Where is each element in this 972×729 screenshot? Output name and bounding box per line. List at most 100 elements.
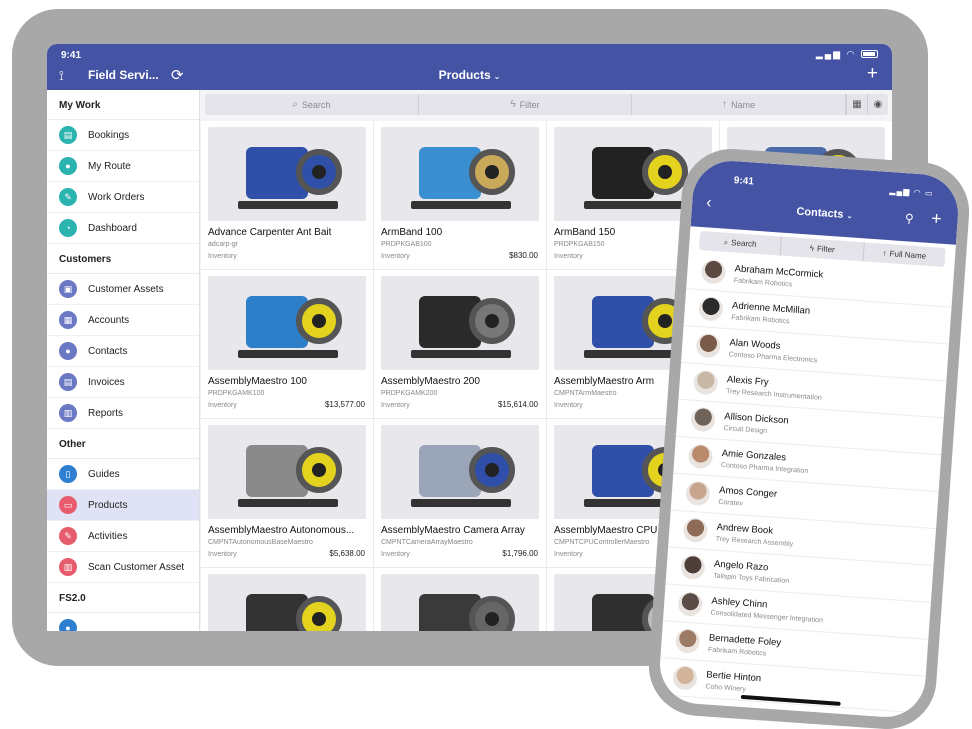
sidebar-item-guides[interactable]: ▯ Guides (47, 459, 199, 490)
contact-text: Abraham McCormick Fabrikam Robotics (734, 263, 824, 290)
back-icon[interactable]: ‹ (706, 194, 713, 212)
sort-button[interactable]: ↑ Name (632, 94, 847, 115)
product-code: CMPNTCPUControllerMaestro (554, 539, 650, 546)
product-card[interactable]: Advance Carpenter Ant Bait adcarp-gr Inv… (201, 121, 373, 269)
phone-page-title-label: Contacts (796, 205, 844, 221)
phone-status-time: 9:41 (733, 175, 755, 188)
tablet-header: 9:41 ▂▄▆ ◠ ⟟ Field Servi... ⟳ Products ⌄ … (47, 44, 892, 90)
filter-button[interactable]: ϟ Filter (419, 94, 633, 115)
add-icon[interactable]: + (867, 63, 878, 85)
machine-hub (312, 314, 326, 328)
contact-name: Bertie Hinton (705, 668, 762, 684)
book-icon: ▯ (59, 465, 77, 483)
sort-label: Name (731, 99, 756, 110)
offline-signal-icon[interactable]: ⟟ (59, 68, 64, 84)
signal-icon: ▂▄▆ (815, 49, 843, 59)
qr-scan-icon[interactable]: ▦ (846, 94, 867, 115)
product-image (208, 127, 366, 221)
search-icon: ⌕ (292, 99, 298, 110)
product-code: PRDPKGAMK100 (208, 390, 265, 397)
product-category: Inventory (381, 402, 410, 409)
product-name: AssemblyMaestro 200 (381, 376, 480, 387)
product-category: Inventory (208, 402, 237, 409)
contact-text: Alexis Fry Trey Research Instrumentation (726, 374, 823, 402)
product-card[interactable]: ArmBand 100 PRDPKGAB100 Inventory $830.0… (374, 121, 546, 269)
battery-icon (861, 50, 878, 58)
sidebar-item-label: Activities (88, 530, 128, 542)
contact-text: Allison Dickson Circuit Design (723, 411, 789, 436)
avatar (677, 591, 704, 617)
product-card[interactable]: AssemblyMaestro Autonomous... CMPNTAuton… (201, 419, 373, 567)
calendar-check-icon: ▤ (59, 126, 77, 144)
sidebar-item-contacts[interactable]: ● Contacts (47, 336, 199, 367)
product-card[interactable]: AssemblyMaestro 100 PRDPKGAMK100 Invento… (201, 270, 373, 418)
map-pin-icon: ● (59, 157, 77, 175)
sidebar-item-label: Bookings (88, 129, 130, 141)
machine-hub (312, 165, 326, 179)
machine-base (238, 350, 338, 358)
machine-hub (658, 314, 672, 328)
map-pin-icon[interactable]: ⚲ (904, 211, 914, 226)
sidebar-item-scan-customer-asset[interactable]: ▥ Scan Customer Asset (47, 552, 199, 583)
sidebar-item-dashboard[interactable]: ◔ Dashboard (47, 213, 199, 244)
machine-hub (485, 612, 499, 626)
sidebar-item-my-route[interactable]: ● My Route (47, 151, 199, 182)
product-image (208, 425, 366, 519)
sidebar-item-activities[interactable]: ✎ Activities (47, 521, 199, 552)
phone-sort-button[interactable]: ↑ Full Name (863, 242, 945, 267)
sidebar-item-products[interactable]: ▭ Products (47, 490, 199, 521)
contact-company: Coratev (718, 498, 744, 508)
sidebar: My Work ▤ Bookings ● My Route ✎ Work Orders ◔ Da… (47, 90, 200, 631)
sidebar-item-label: Customer Assets (88, 283, 164, 295)
contact-text: Andrew Book Trey Research Assembly (716, 521, 795, 547)
phone-page-title[interactable]: Contacts ⌄ (692, 198, 958, 229)
product-card[interactable]: AssemblyMaestro Camera Array CMPNTCamera… (374, 419, 546, 567)
app-title[interactable]: Field Servi... (88, 68, 159, 82)
contact-company: Tailspin Toys Fabrication (712, 572, 790, 585)
contact-company: Coho Winery (705, 682, 747, 693)
phone-screen: 9:41 ▂▄▆ ◠ ▭ ‹ Contacts ⌄ ⚲ + ⌕ Search ϟ Fi… (657, 158, 961, 720)
product-card[interactable]: AssemblyMaestro 200 PRDPKGAMK200 Invento… (374, 270, 546, 418)
page-title-label: Products (438, 68, 491, 82)
phone-filter-button[interactable]: ϟ Filter (781, 236, 865, 262)
product-price: $830.00 (509, 251, 538, 260)
sidebar-item-work-orders[interactable]: ✎ Work Orders (47, 182, 199, 213)
product-card[interactable] (201, 568, 373, 631)
sidebar-item-label: Work Orders (88, 191, 145, 203)
asset-icon: ▣ (59, 280, 77, 298)
lightning-icon: ϟ (809, 243, 815, 253)
chevron-down-icon: ⌄ (493, 72, 501, 81)
sidebar-section-title: Other (47, 429, 199, 459)
contact-company: Fabrikam Robotics (731, 313, 790, 325)
avatar (700, 259, 727, 285)
machine-hub (485, 165, 499, 179)
sidebar-item-bookings[interactable]: ▤ Bookings (47, 120, 199, 151)
sidebar-item-customer-assets[interactable]: ▣ Customer Assets (47, 274, 199, 305)
list-toolbar: ⌕ Search ϟ Filter ↑ Name ▦ ◉ (205, 94, 888, 115)
product-code: CMPNTCameraArrayMaestro (381, 539, 473, 546)
avatar (679, 554, 706, 581)
sidebar-item-invoices[interactable]: ▤ Invoices (47, 367, 199, 398)
sync-icon[interactable]: ⟳ (171, 66, 184, 84)
avatar (682, 517, 709, 544)
add-icon[interactable]: + (930, 208, 943, 230)
wrench-icon: ✎ (59, 188, 77, 206)
sidebar-item-reports[interactable]: ▥ Reports (47, 398, 199, 429)
location-icon[interactable]: ◉ (867, 94, 888, 115)
search-button[interactable]: ⌕ Search (205, 94, 419, 115)
product-price: $13,577.00 (324, 400, 365, 409)
phone-search-button[interactable]: ⌕ Search (698, 230, 783, 256)
avatar (698, 296, 724, 322)
product-code: CMPNTArmMaestro (554, 390, 617, 397)
product-category: Inventory (554, 551, 583, 558)
sidebar-item-accounts[interactable]: ▦ Accounts (47, 305, 199, 336)
machine-base (411, 201, 511, 209)
sidebar-item-partial[interactable]: ● (47, 613, 199, 631)
machine-hub (312, 612, 326, 626)
sidebar-item-label: Dashboard (88, 222, 137, 234)
avatar (685, 480, 711, 507)
sidebar-item-label: Contacts (88, 345, 128, 357)
product-card[interactable] (374, 568, 546, 631)
machine-base (584, 350, 684, 358)
phone-header: 9:41 ▂▄▆ ◠ ▭ ‹ Contacts ⌄ ⚲ + (690, 158, 961, 245)
